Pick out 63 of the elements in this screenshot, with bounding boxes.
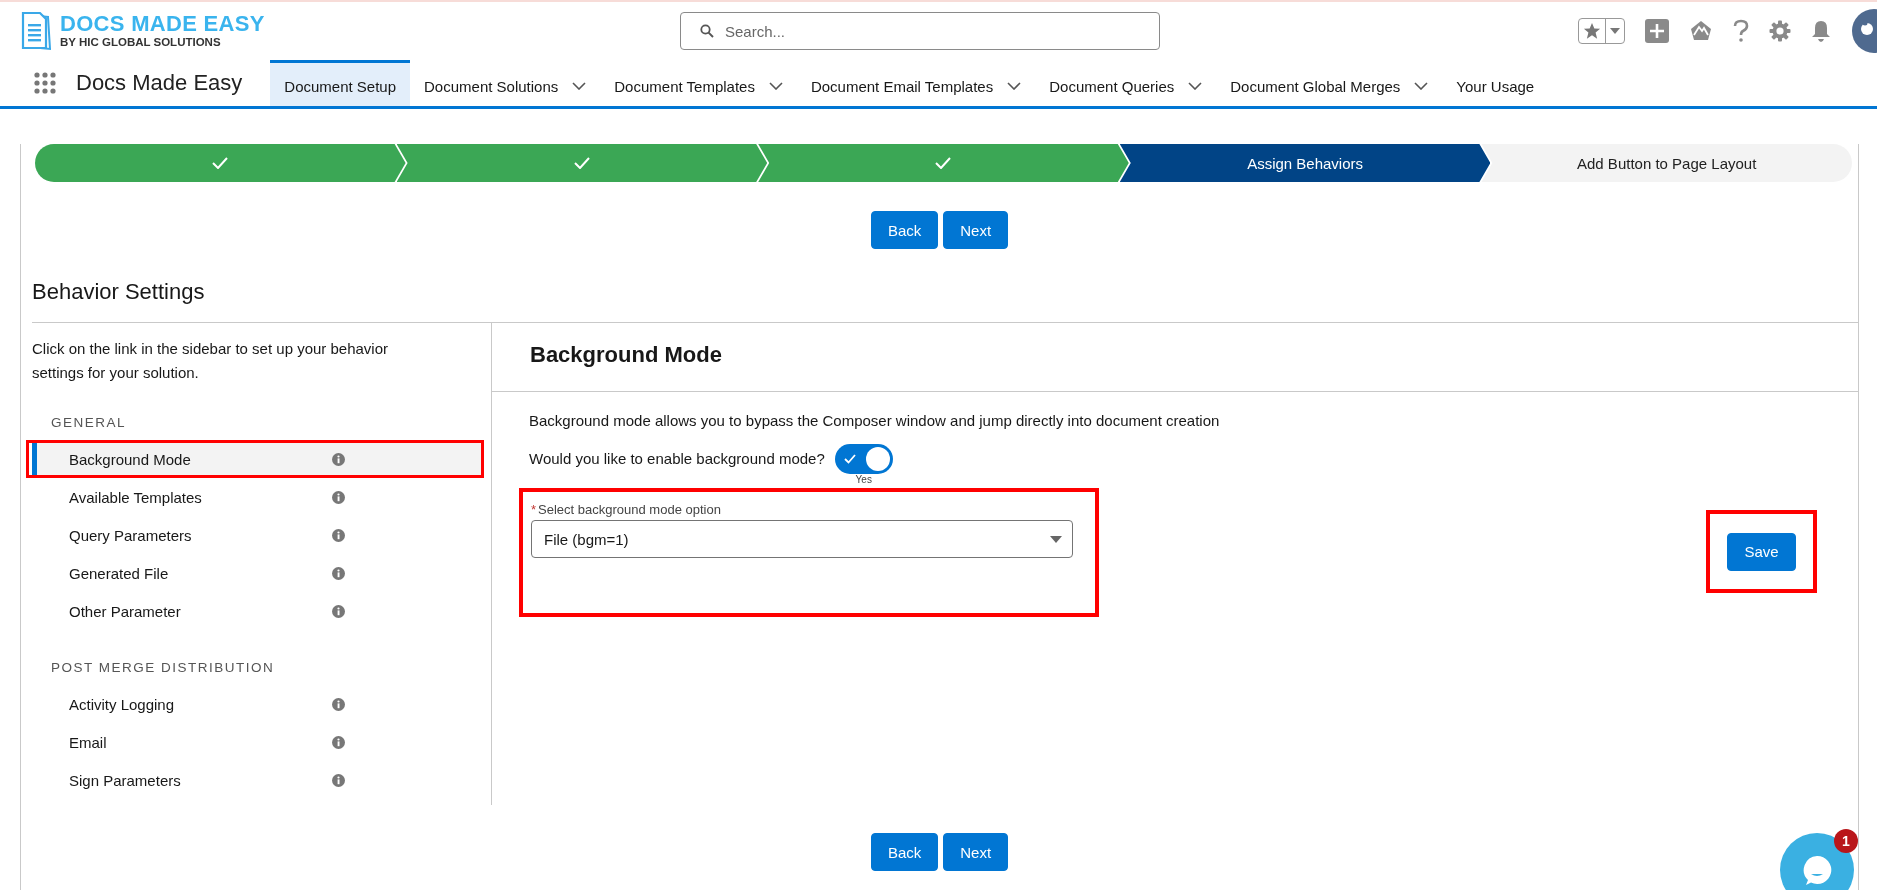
nav-tab[interactable]: Your Usage: [1442, 60, 1549, 106]
bell-icon[interactable]: [1811, 20, 1831, 42]
save-button[interactable]: Save: [1727, 532, 1796, 571]
info-icon[interactable]: [332, 490, 345, 504]
sidebar-item[interactable]: Email: [32, 726, 481, 758]
section-heading: GENERAL: [51, 415, 128, 430]
info-icon[interactable]: [332, 604, 345, 618]
nav-tab[interactable]: Document Templates: [600, 60, 797, 106]
nav-button[interactable]: Next: [943, 833, 1009, 871]
checkmark-icon: [935, 157, 952, 169]
nav-button[interactable]: Back: [870, 833, 939, 871]
checkmark-icon: [573, 157, 590, 169]
nav-tab[interactable]: Document Setup: [270, 60, 411, 106]
nav-button[interactable]: Next: [943, 211, 1009, 249]
notification-badge: 1: [1834, 829, 1858, 853]
avatar-icon[interactable]: [1851, 8, 1877, 54]
app-launcher-icon[interactable]: [34, 72, 56, 94]
sidebar-item[interactable]: Sign Parameters: [32, 764, 481, 796]
add-icon[interactable]: [1645, 19, 1669, 43]
logo-title: DOCS MADE EASY: [60, 13, 265, 36]
document-logo-icon: [20, 11, 54, 51]
caret-icon: [1050, 535, 1062, 543]
sidebar-item[interactable]: Background Mode: [32, 443, 481, 475]
checkmark-icon: [212, 157, 229, 169]
toggle-switch[interactable]: [834, 444, 893, 474]
nav-tab[interactable]: Document Queries: [1035, 60, 1217, 106]
nav-tab[interactable]: Document Solutions: [410, 60, 601, 106]
nav-tab[interactable]: Document Global Merges: [1216, 60, 1443, 106]
description-text: Background mode allows you to bypass the Composer window and jump directly into document creation: [529, 412, 1221, 429]
nav-tab[interactable]: Document Email Templates: [796, 60, 1036, 106]
mountain-icon[interactable]: [1689, 19, 1713, 43]
section-heading: POST MERGE DISTRIBUTION: [51, 660, 276, 675]
sidebar-item[interactable]: Activity Logging: [32, 688, 481, 720]
info-icon[interactable]: [332, 566, 345, 580]
sidebar-intro: Click on the link in the sidebar to set up your behavior settings for your solution.: [32, 339, 390, 383]
info-icon[interactable]: [332, 735, 345, 749]
toggle-label: Would you like to enable background mode?: [529, 450, 825, 467]
star-icon: [1583, 22, 1601, 40]
sidebar-item[interactable]: Available Templates: [32, 481, 481, 513]
search-icon: [700, 24, 714, 38]
help-icon[interactable]: [1733, 19, 1749, 43]
info-icon[interactable]: [332, 773, 345, 787]
info-icon[interactable]: [332, 528, 345, 542]
checkmark-icon: [843, 454, 856, 464]
favorites-button[interactable]: [1578, 18, 1625, 44]
settings-icon[interactable]: [1769, 20, 1791, 42]
toggle-state-text: Yes: [855, 474, 872, 485]
sidebar-item[interactable]: Query Parameters: [32, 519, 481, 551]
page-title: Behavior Settings: [32, 279, 206, 306]
logo-subtitle: BY HIC GLOBAL SOLUTIONS: [60, 37, 222, 49]
search-field[interactable]: Search...: [680, 12, 1160, 50]
info-icon[interactable]: [332, 452, 345, 466]
nav-button[interactable]: Back: [870, 211, 939, 249]
field-label: *Select background mode option: [531, 502, 722, 517]
info-icon[interactable]: [332, 697, 345, 711]
progress-step[interactable]: Assign Behaviors: [1119, 144, 1491, 182]
section-title: Background Mode: [492, 323, 1858, 392]
caret-icon: [1610, 28, 1620, 34]
sidebar-item[interactable]: Other Parameter: [32, 595, 481, 627]
dropdown-field[interactable]: File (bgm=1): [531, 520, 1073, 558]
progress-step[interactable]: Add Button to Page Layout: [1481, 144, 1852, 182]
app-name: Docs Made Easy: [76, 70, 243, 96]
sidebar-item[interactable]: Generated File: [32, 557, 481, 589]
